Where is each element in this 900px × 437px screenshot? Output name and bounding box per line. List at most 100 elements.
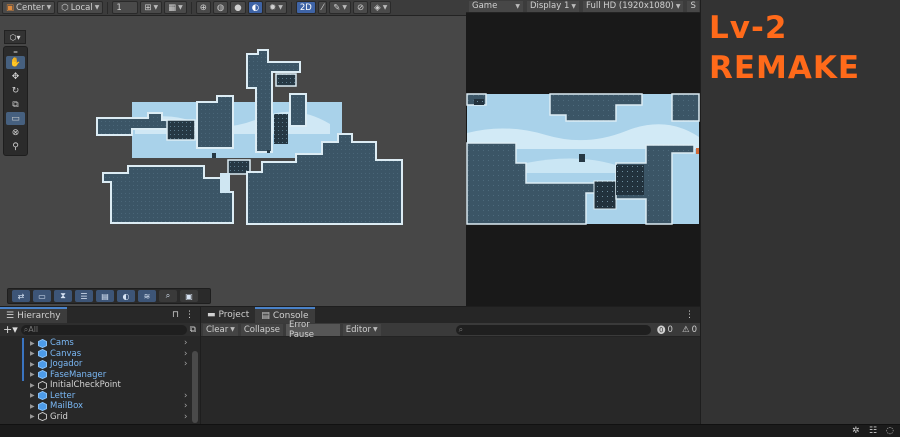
expand-arrow-icon[interactable]: ▶ — [30, 350, 38, 357]
shaded-button[interactable]: ● — [230, 1, 246, 14]
sliders-tool[interactable]: ☰ — [75, 290, 93, 302]
clear-button[interactable]: Clear ▼ — [203, 323, 238, 336]
audio-toggle[interactable]: ⁄ — [317, 1, 328, 14]
bug-icon[interactable]: ✲ — [852, 426, 860, 436]
2d-toggle[interactable]: 2D — [295, 1, 316, 14]
expand-arrow-icon[interactable]: ▶ — [30, 392, 38, 399]
move-tool[interactable]: ✥ — [6, 70, 25, 83]
chevron-right-icon[interactable]: › — [184, 412, 187, 422]
layers-button[interactable]: ◈ ▼ — [370, 1, 392, 14]
expand-arrow-icon[interactable]: ▶ — [30, 340, 38, 347]
lock-icon[interactable]: ⊓ — [172, 310, 179, 320]
separator — [190, 1, 192, 14]
moon-tool[interactable]: ◐ — [117, 290, 135, 302]
annotation-line-1: Lv-2 — [709, 10, 788, 46]
game-toolbar: Game ▼ Display 1 ▼ Full HD (1920x1080) ▼ S — [466, 0, 700, 13]
console-icon: ▤ — [261, 311, 270, 321]
hierarchy-item[interactable]: ▶ MailBox › — [30, 401, 200, 412]
editor-dropdown[interactable]: Editor ▼ — [342, 323, 381, 336]
chevron-right-icon[interactable]: › — [184, 338, 187, 348]
prefab-cube-icon — [38, 349, 47, 359]
grid-visibility-button[interactable]: ▦ ▼ — [164, 1, 187, 14]
scene-filter-icon[interactable]: ⧉ — [190, 325, 196, 335]
grid-snap-button[interactable]: ⊞ ▼ — [140, 1, 163, 14]
moon-icon: ◐ — [122, 291, 130, 301]
console-panel: ▬ Project ▤ Console ⋮ Clear ▼ Collapse Er… — [200, 306, 700, 424]
lighting-button[interactable]: ✹ ▼ — [265, 1, 287, 14]
prefab-cube-icon — [38, 401, 47, 411]
shading-button[interactable]: ◍ — [212, 1, 229, 14]
orientation-dropdown[interactable]: ⬡▾ — [4, 30, 26, 44]
grid-hatch-tool[interactable]: ▤ — [96, 290, 114, 302]
hierarchy-item[interactable]: ▶ Canvas › — [30, 349, 200, 360]
hand-tool[interactable]: ✋ — [6, 56, 25, 69]
console-search-input[interactable]: ⌕ — [455, 324, 652, 335]
expand-arrow-icon[interactable]: ▶ — [30, 361, 38, 368]
console-toolbar: Clear ▼ Collapse Error Pause Editor ▼ ⌕ ⓿0… — [201, 320, 700, 340]
scene-view[interactable]: ═ ✋ ✥ ↻ ⧉ ▭ ⊗ ⚲ ⬡▾ ⇄ ▭ ⧗ ☰ ▤ ◐ ≋ ⌕ ▣ — [0, 16, 466, 306]
more-icon[interactable]: ⋮ — [685, 310, 694, 320]
expand-arrow-icon[interactable]: ▶ — [30, 382, 38, 389]
hierarchy-item-label: Letter — [50, 390, 76, 401]
hierarchy-search-row: +▾ ⌕ All ⧉ — [0, 323, 200, 336]
hierarchy-item[interactable]: ▶ Jogador › — [30, 359, 200, 370]
hierarchy-item[interactable]: ▶ FaseManager — [30, 370, 200, 381]
hierarchy-item[interactable]: ▶ Grid › — [30, 412, 200, 423]
cube-outline-icon: ⬡▾ — [9, 32, 21, 42]
scale-slider-label[interactable]: S — [687, 0, 699, 12]
shuffle-icon: ⇄ — [17, 291, 25, 301]
resolution-dropdown[interactable]: Full HD (1920x1080) ▼ — [583, 0, 684, 12]
transform-icon: ⊗ — [11, 127, 20, 138]
hierarchy-item[interactable]: ▶ Cams › — [30, 338, 200, 349]
scale-tool[interactable]: ⧉ — [6, 98, 25, 111]
effects-icon: ✎ — [333, 2, 341, 13]
custom-tool[interactable]: ⚲ — [6, 140, 25, 153]
chevron-down-icon: ▼ — [515, 2, 520, 10]
hierarchy-search-input[interactable]: ⌕ All — [20, 324, 187, 335]
cache-icon[interactable]: ☷ — [869, 426, 877, 436]
rotate-tool[interactable]: ↻ — [6, 84, 25, 97]
hourglass-tool[interactable]: ⧗ — [54, 290, 72, 302]
draw-mode-button[interactable]: ⊕ — [195, 1, 211, 14]
transform-tool[interactable]: ⊗ — [6, 126, 25, 139]
display-dropdown[interactable]: Display 1 ▼ — [526, 0, 580, 12]
chevron-right-icon[interactable]: › — [184, 349, 187, 359]
chevron-right-icon[interactable]: › — [184, 401, 187, 411]
chevron-right-icon[interactable]: › — [184, 391, 187, 401]
game-view[interactable] — [466, 13, 700, 306]
prefab-cube-icon — [38, 370, 47, 380]
select-rect-tool[interactable]: ▭ — [33, 290, 51, 302]
warning-counter[interactable]: ⓿0 — [654, 324, 676, 336]
hierarchy-item[interactable]: ▶ Letter › — [30, 391, 200, 402]
expand-arrow-icon[interactable]: ▶ — [30, 403, 38, 410]
screen-tool[interactable]: ▣ — [180, 290, 198, 302]
rect-tool[interactable]: ▭ — [6, 112, 25, 125]
pivot-dropdown[interactable]: ▣ Center ▼ — [2, 1, 56, 14]
zoom-tool[interactable]: ⌕ — [159, 290, 177, 302]
tab-hierarchy[interactable]: ☰ Hierarchy — [0, 307, 67, 323]
hierarchy-item[interactable]: ▶ InitialCheckPoint — [30, 380, 200, 391]
expand-arrow-icon[interactable]: ▶ — [30, 371, 38, 378]
error-count: 0 — [691, 324, 697, 335]
space-dropdown[interactable]: ⬡ Local ▼ — [57, 1, 104, 14]
notification-icon[interactable]: ◌ — [886, 426, 894, 436]
more-icon[interactable]: ⋮ — [185, 310, 194, 320]
effects-button[interactable]: ✎ ▼ — [329, 1, 352, 14]
error-counter[interactable]: ⚠ 0 — [679, 324, 700, 336]
add-icon[interactable]: +▾ — [3, 323, 18, 336]
game-view-dropdown[interactable]: Game ▼ — [469, 0, 523, 12]
visibility-button[interactable]: ⊘ — [353, 1, 369, 14]
unlit-button[interactable]: ◐ — [247, 1, 264, 14]
collapse-button[interactable]: Collapse — [240, 323, 283, 336]
2d-label: 2D — [299, 2, 312, 13]
folder-icon: ▬ — [207, 310, 216, 320]
palette-grip-icon[interactable]: ═ — [6, 49, 25, 56]
hierarchy-scrollbar[interactable] — [192, 351, 198, 423]
expand-arrow-icon[interactable]: ▶ — [30, 413, 38, 420]
layers-tool[interactable]: ≋ — [138, 290, 156, 302]
tab-project[interactable]: ▬ Project — [201, 307, 256, 323]
chevron-right-icon[interactable]: › — [184, 359, 187, 369]
shuffle-tool[interactable]: ⇄ — [12, 290, 30, 302]
grid-snap-input[interactable]: 1 — [112, 1, 139, 14]
error-pause-button[interactable]: Error Pause — [285, 320, 340, 340]
